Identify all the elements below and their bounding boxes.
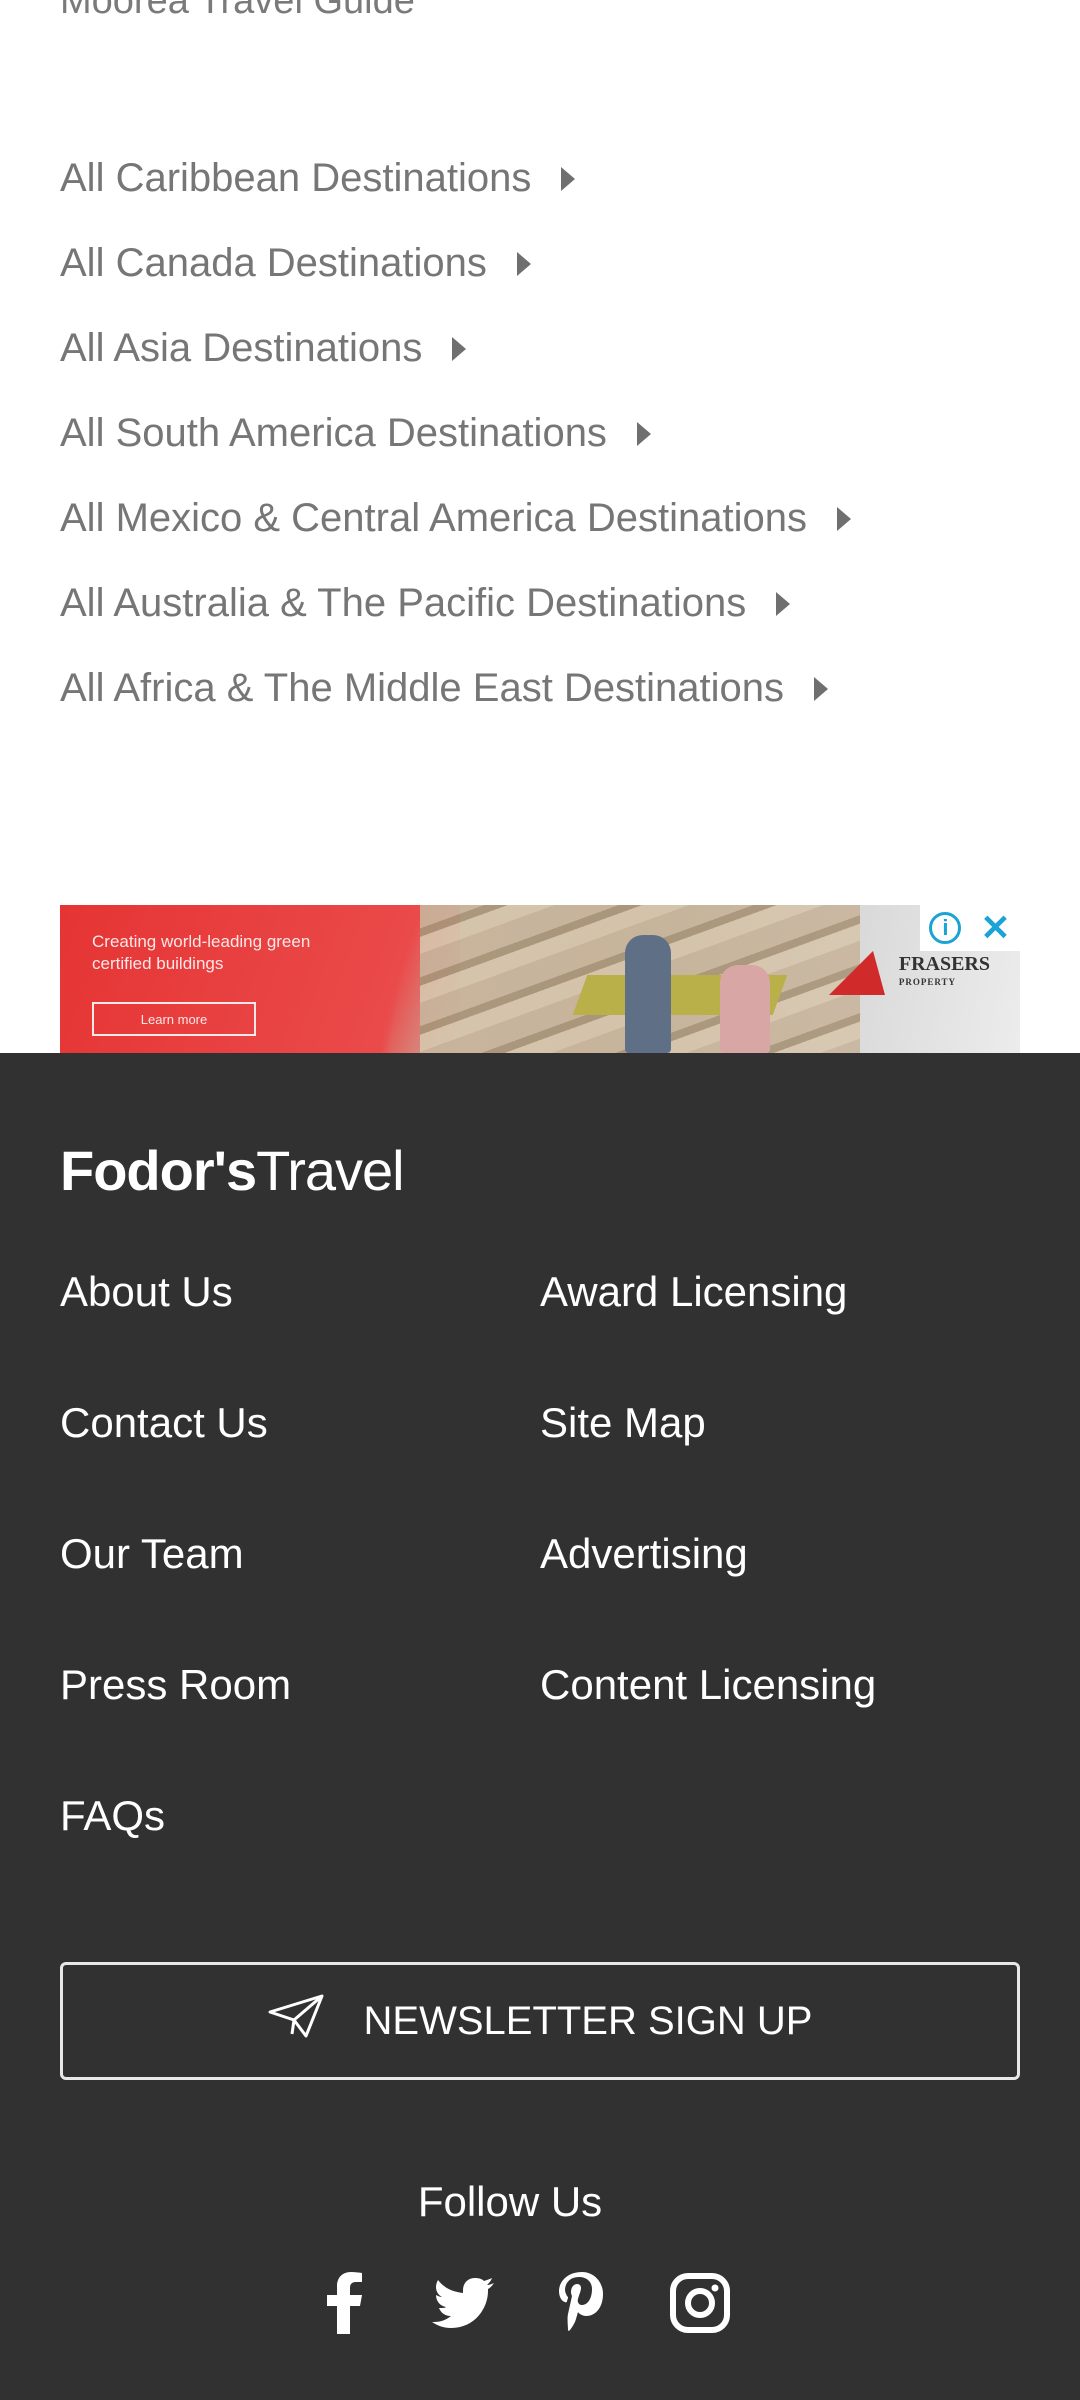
destination-label: All Asia Destinations [60, 326, 423, 370]
caret-right-icon [561, 166, 576, 191]
facebook-icon[interactable] [312, 2271, 376, 2335]
newsletter-label: NEWSLETTER SIGN UP [363, 1998, 813, 2043]
caret-right-icon [636, 421, 651, 446]
ad-info-icon[interactable]: i [929, 912, 962, 944]
ad-controls: i ✕ [920, 905, 1020, 951]
caret-right-icon [836, 506, 851, 531]
footer-link-award-licensing[interactable]: Award Licensing [540, 1271, 847, 1313]
destination-label: All Africa & The Middle East Destination… [60, 666, 785, 710]
ad-person-image [625, 935, 671, 1053]
destination-link-asia[interactable]: All Asia Destinations [60, 306, 851, 391]
caret-right-icon [452, 336, 467, 361]
destination-label: All South America Destinations [60, 411, 607, 455]
footer-link-site-map[interactable]: Site Map [540, 1402, 706, 1444]
destination-link-mexico-central-america[interactable]: All Mexico & Central America Destination… [60, 476, 851, 561]
destination-link-australia-pacific[interactable]: All Australia & The Pacific Destinations [60, 561, 851, 646]
ad-brand-logo: FRASERS PROPERTY [828, 951, 990, 995]
ad-close-icon[interactable]: ✕ [980, 910, 1010, 946]
destination-link-south-america[interactable]: All South America Destinations [60, 391, 851, 476]
ad-banner[interactable]: Creating world-leading green certified b… [60, 905, 1020, 1053]
destination-label: All Mexico & Central America Destination… [60, 496, 807, 540]
caret-right-icon [516, 251, 531, 276]
destination-label: All Canada Destinations [60, 241, 487, 285]
footer-link-press-room[interactable]: Press Room [60, 1664, 291, 1706]
moorea-guide-link[interactable]: Moorea Travel Guide [60, 0, 415, 20]
footer-link-our-team[interactable]: Our Team [60, 1533, 244, 1575]
newsletter-signup-button[interactable]: NEWSLETTER SIGN UP [60, 1962, 1020, 2080]
ad-person-image [720, 965, 770, 1053]
follow-us-label: Follow Us [417, 2178, 603, 2225]
caret-right-icon [776, 591, 791, 616]
logo-brand-light: Travel [256, 1139, 405, 1202]
paper-plane-icon [268, 1994, 324, 2048]
ad-headline: Creating world-leading green certified b… [92, 932, 311, 973]
destination-link-africa-middle-east[interactable]: All Africa & The Middle East Destination… [60, 646, 851, 731]
ad-brand-name: FRASERS PROPERTY [898, 953, 990, 991]
twitter-icon[interactable] [431, 2271, 495, 2335]
footer-link-about-us[interactable]: About Us [60, 1271, 233, 1313]
logo-brand-bold: Fodor's [60, 1139, 257, 1202]
destination-label: All Australia & The Pacific Destinations [60, 581, 747, 625]
pinterest-icon[interactable] [549, 2271, 613, 2335]
ad-learn-more-button[interactable]: Learn more [92, 1002, 256, 1036]
footer-link-faqs[interactable]: FAQs [60, 1795, 165, 1837]
footer-link-content-licensing[interactable]: Content Licensing [540, 1664, 876, 1706]
ad-brand-subtitle: PROPERTY [898, 977, 957, 987]
destination-label: All Caribbean Destinations [60, 156, 532, 200]
ad-brand-title: FRASERS [898, 953, 990, 975]
footer-link-advertising[interactable]: Advertising [540, 1533, 748, 1575]
instagram-icon[interactable] [668, 2271, 732, 2335]
site-footer: Fodor'sTravel About Us Contact Us Our Te… [0, 1053, 1080, 2400]
destination-link-caribbean[interactable]: All Caribbean Destinations [60, 136, 851, 221]
frasers-logo-icon [828, 951, 901, 995]
destinations-section: Moorea Travel Guide All Caribbean Destin… [0, 0, 1080, 1053]
fodors-travel-logo[interactable]: Fodor'sTravel [60, 1143, 405, 1199]
destinations-list: All Caribbean Destinations All Canada De… [60, 136, 851, 731]
footer-link-contact-us[interactable]: Contact Us [60, 1402, 268, 1444]
destination-link-canada[interactable]: All Canada Destinations [60, 221, 851, 306]
caret-right-icon [814, 676, 829, 701]
social-links [312, 2263, 732, 2343]
